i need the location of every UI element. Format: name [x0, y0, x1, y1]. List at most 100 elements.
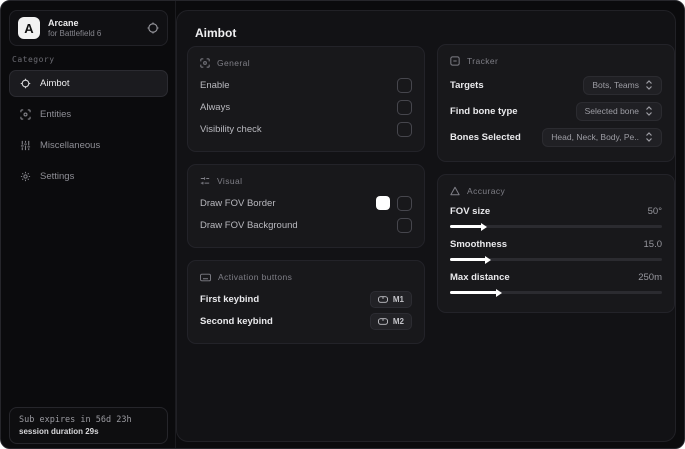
card-title: General [217, 58, 251, 68]
page-title: Aimbot [195, 26, 237, 40]
category-label: Category [12, 55, 55, 64]
setting-label: Second keybind [200, 315, 273, 327]
sidebar-nav: Aimbot Entities Miscellaneous Settings [9, 70, 168, 190]
sidebar-item-label: Aimbot [40, 78, 70, 89]
setting-label: First keybind [200, 293, 260, 305]
sidebar-item-label: Entities [40, 109, 72, 120]
app-logo: A [18, 17, 40, 39]
triangle-icon [450, 186, 460, 196]
setting-label: Smoothness [450, 238, 508, 250]
sidebar-item-entities[interactable]: Entities [9, 101, 168, 128]
focus-icon [200, 58, 210, 68]
fov-border-checkbox[interactable] [397, 195, 412, 211]
setting-row-find-bone-type: Find bone type Selected bone [450, 98, 662, 124]
setting-label: Bones Selected [450, 131, 521, 143]
visual-card: Visual Draw FOV Border Draw FOV Backgrou… [187, 164, 425, 248]
keybind-value: M2 [392, 316, 404, 326]
setting-label: Draw FOV Background [200, 219, 298, 231]
keyboard-icon [200, 273, 211, 282]
sidebar-item-label: Settings [40, 171, 75, 182]
setting-row-bones-selected: Bones Selected Head, Neck, Body, Pe.. [450, 124, 662, 150]
sliders-horizontal-icon [200, 176, 210, 186]
setting-label: Targets [450, 79, 484, 91]
entities-scan-icon [20, 109, 31, 120]
card-title: Visual [217, 176, 243, 186]
activation-buttons-card: Activation buttons First keybind M1 Seco… [187, 260, 425, 344]
mouse-icon [377, 317, 388, 325]
first-keybind-button[interactable]: M1 [369, 290, 412, 308]
slider-fill [450, 255, 492, 264]
setting-row-visibility-check: Visibility check [200, 118, 412, 140]
max-distance-slider[interactable] [450, 288, 662, 297]
general-card: General Enable Always Visibility check [187, 46, 425, 152]
accuracy-card: Accuracy FOV size 50° Smoothness 15.0 Ma… [437, 174, 675, 313]
setting-row-first-keybind: First keybind M1 [200, 288, 412, 310]
setting-label: Draw FOV Border [200, 197, 276, 209]
dropdown-value: Bots, Teams [592, 80, 639, 90]
sidebar-item-aimbot[interactable]: Aimbot [9, 70, 168, 97]
setting-row-enable: Enable [200, 74, 412, 96]
dropdown-value: Head, Neck, Body, Pe.. [551, 132, 639, 142]
setting-label: FOV size [450, 205, 491, 217]
mouse-icon [377, 295, 388, 303]
setting-row-second-keybind: Second keybind M2 [200, 310, 412, 332]
sidebar-item-label: Miscellaneous [40, 140, 101, 151]
second-keybind-button[interactable]: M2 [369, 312, 412, 330]
right-column: Tracker Targets Bots, Teams Find bone ty… [437, 44, 675, 313]
fov-size-value: 50° [647, 205, 662, 217]
keybind-value: M1 [392, 294, 404, 304]
chevrons-up-down-icon [645, 106, 653, 116]
setting-row-max-distance: Max distance 250m [450, 268, 662, 286]
card-title: Activation buttons [218, 272, 293, 282]
smoothness-slider[interactable] [450, 255, 662, 264]
setting-row-fov-background: Draw FOV Background [200, 214, 412, 236]
main-panel: Aimbot General Enable Always Visibility … [176, 10, 676, 442]
app-subtitle: for Battlefield 6 [48, 28, 102, 38]
crosshair-icon[interactable] [147, 22, 159, 34]
chevrons-up-down-icon [645, 132, 653, 142]
bones-selected-dropdown[interactable]: Head, Neck, Body, Pe.. [542, 127, 662, 147]
fov-border-color-swatch[interactable] [376, 196, 390, 210]
setting-label: Visibility check [200, 123, 262, 135]
session-duration-text: session duration 29s [19, 427, 99, 436]
max-distance-value: 250m [638, 271, 662, 283]
dropdown-value: Selected bone [584, 106, 639, 116]
fov-size-slider[interactable] [450, 222, 662, 231]
subscription-status: Sub expires in 56d 23h session duration … [9, 407, 168, 444]
sidebar-item-settings[interactable]: Settings [9, 163, 168, 190]
setting-row-fov-size: FOV size 50° [450, 202, 662, 220]
chevrons-up-down-icon [645, 80, 653, 90]
slider-fill [450, 222, 487, 231]
sliders-vertical-icon [20, 140, 31, 151]
sidebar: A Arcane for Battlefield 6 Category Aimb… [1, 1, 176, 448]
smoothness-value: 15.0 [643, 238, 663, 250]
sidebar-item-miscellaneous[interactable]: Miscellaneous [9, 132, 168, 159]
setting-row-smoothness: Smoothness 15.0 [450, 235, 662, 253]
gear-icon [20, 171, 31, 182]
left-column: General Enable Always Visibility check V… [187, 46, 425, 344]
brand-card: A Arcane for Battlefield 6 [9, 10, 168, 46]
brand-text: Arcane for Battlefield 6 [48, 18, 139, 38]
app-name: Arcane [48, 18, 79, 29]
box-minus-icon [450, 56, 460, 66]
targets-dropdown[interactable]: Bots, Teams [583, 75, 662, 95]
find-bone-type-dropdown[interactable]: Selected bone [575, 101, 662, 121]
tracker-card: Tracker Targets Bots, Teams Find bone ty… [437, 44, 675, 162]
setting-label: Max distance [450, 271, 510, 283]
setting-label: Find bone type [450, 105, 518, 117]
app-window: A Arcane for Battlefield 6 Category Aimb… [0, 0, 685, 449]
setting-row-fov-border: Draw FOV Border [200, 192, 412, 214]
aimbot-crosshair-icon [20, 78, 31, 89]
card-title: Accuracy [467, 186, 506, 196]
card-title: Tracker [467, 56, 499, 66]
fov-background-checkbox[interactable] [397, 217, 412, 233]
setting-row-always: Always [200, 96, 412, 118]
sub-expiry-text: Sub expires in 56d 23h [19, 415, 132, 425]
setting-row-targets: Targets Bots, Teams [450, 72, 662, 98]
slider-fill [450, 288, 502, 297]
always-checkbox[interactable] [397, 99, 412, 115]
setting-label: Enable [200, 79, 230, 91]
visibility-check-checkbox[interactable] [397, 121, 412, 137]
enable-checkbox[interactable] [397, 77, 412, 93]
setting-label: Always [200, 101, 231, 113]
